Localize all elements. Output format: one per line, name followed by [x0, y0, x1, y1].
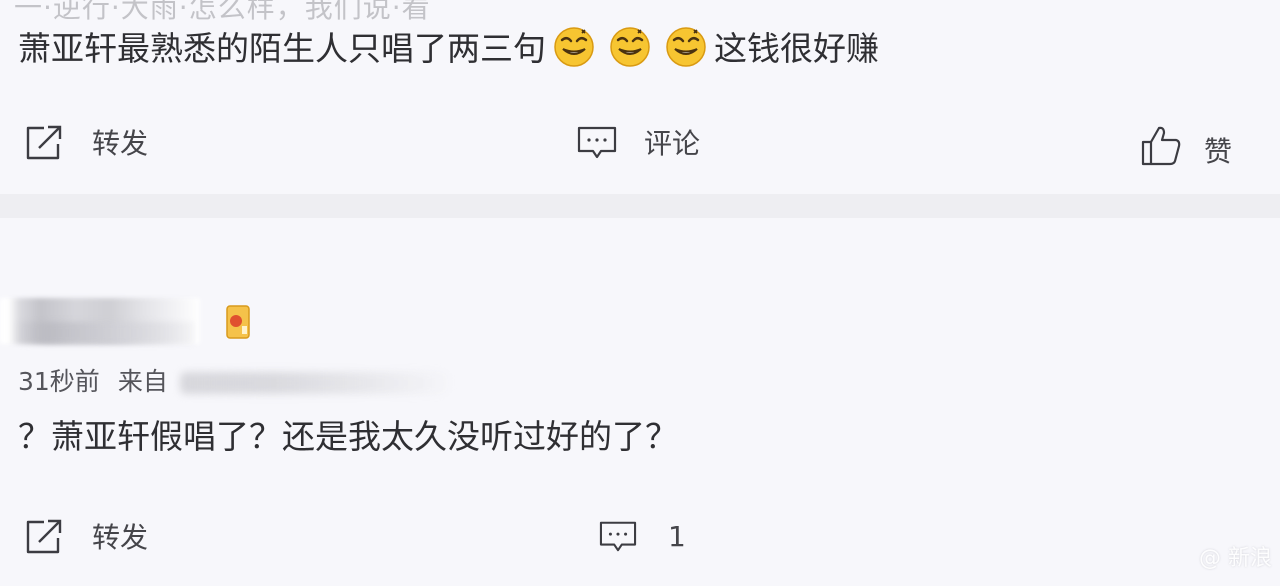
grin-emoji-icon: [664, 24, 708, 68]
repost-button[interactable]: 转发: [22, 118, 148, 166]
card-divider: [0, 194, 1280, 218]
share-icon: [22, 122, 66, 162]
comment-count: 1: [668, 519, 686, 553]
comment-text: 萧亚轩最熟悉的陌生人只唱了两三句 这钱很好赚: [18, 20, 879, 72]
comment-text: ？萧亚轩假唱了？还是我太久没听过好的了？: [18, 417, 678, 456]
grin-emoji-icon: [608, 24, 652, 68]
blurred-source: [180, 372, 448, 394]
vip-badge-icon: [224, 304, 252, 340]
thumbs-up-icon: [1140, 124, 1182, 166]
repost-button[interactable]: 转发: [22, 512, 148, 560]
share-icon: [22, 516, 66, 556]
grin-emoji-icon: [552, 24, 596, 68]
comment-button[interactable]: 1: [598, 512, 686, 560]
comment-text-part: 萧亚轩最熟悉的陌生人只唱了两三句: [18, 29, 546, 68]
comment-card: 31秒前 来自 ？萧亚轩假唱了？还是我太久没听过好的了？ 转发 1 @ 新浪: [0, 218, 1280, 586]
blurred-username-shadow: [14, 322, 194, 344]
comment-meta: 31秒前 来自: [18, 362, 168, 398]
repost-label: 转发: [92, 127, 149, 160]
comment-button[interactable]: 评论: [576, 118, 700, 166]
comment-label: 评论: [644, 127, 701, 160]
comment-time: 31秒前: [18, 367, 100, 396]
like-label: 赞: [1204, 135, 1233, 168]
comment-source: 来自: [117, 367, 168, 396]
comment-card: 一·逆行·大雨·怎么样，我们说·看 萧亚轩最熟悉的陌生人只唱了两三句 这钱很好赚…: [0, 0, 1280, 194]
comment-text-part: 这钱很好赚: [714, 29, 879, 68]
like-button[interactable]: 赞: [1140, 118, 1232, 172]
comment-bubble-icon: [598, 518, 638, 554]
repost-label: 转发: [92, 521, 149, 554]
watermark: @ 新浪: [1199, 546, 1272, 571]
comment-bubble-icon: [576, 123, 618, 161]
